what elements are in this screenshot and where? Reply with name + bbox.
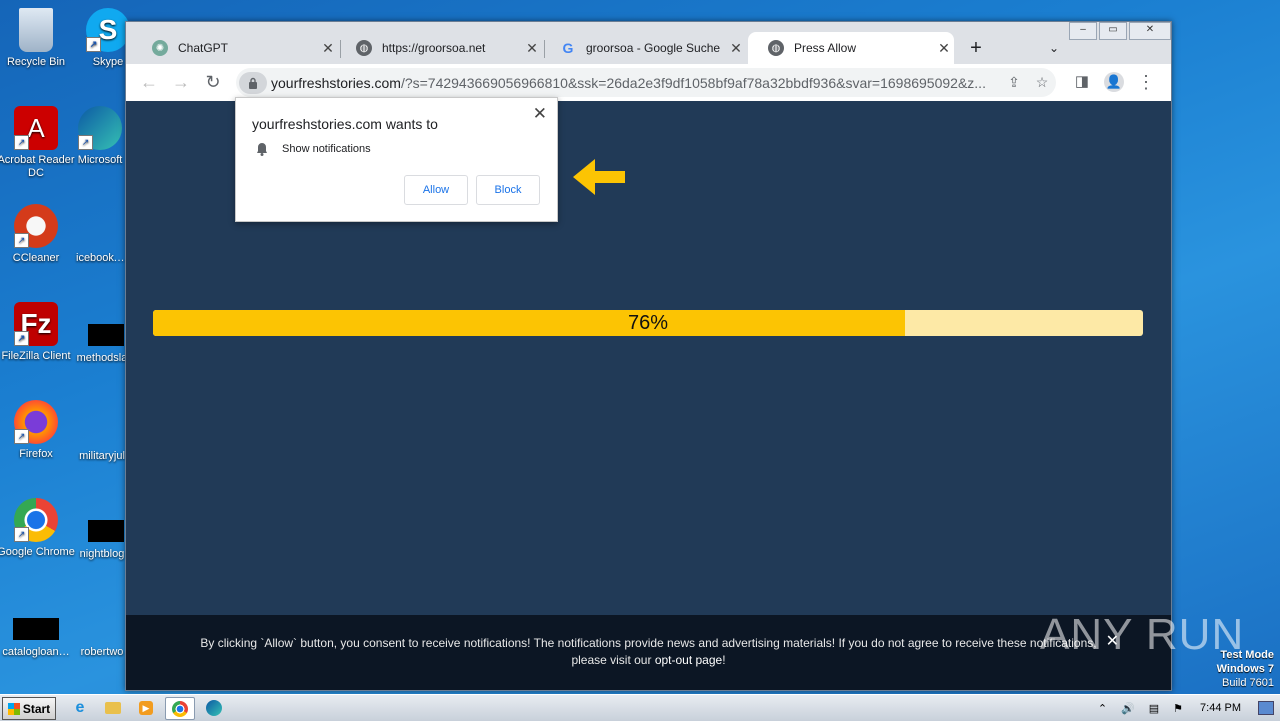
reload-button[interactable]: ↻ <box>201 70 225 94</box>
tab-groorsoa[interactable]: ◍ https://groorsoa.net ✕ <box>336 32 542 64</box>
prompt-heading: yourfreshstories.com wants to <box>252 116 438 132</box>
file-icon <box>80 204 124 248</box>
chevron-down-icon: ⌄ <box>1048 41 1060 55</box>
folder-icon <box>105 701 121 714</box>
taskbar-media-player[interactable]: ▶ <box>132 697 160 718</box>
shortcut-arrow-icon: ↗ <box>14 429 29 444</box>
taskbar-file-explorer[interactable] <box>99 697 127 718</box>
close-tab-icon[interactable]: ✕ <box>522 40 542 57</box>
redacted-thumbnail <box>88 520 124 542</box>
shortcut-arrow-icon: ↗ <box>14 331 29 346</box>
close-tab-icon[interactable]: ✕ <box>318 40 338 57</box>
forward-button[interactable]: → <box>169 70 193 94</box>
taskbar-edge[interactable] <box>200 697 228 718</box>
taskbar-chrome[interactable] <box>165 697 195 720</box>
network-icon[interactable]: ▤ <box>1149 702 1159 715</box>
globe-icon: ◍ <box>356 40 372 56</box>
consent-banner: By clicking `Allow` button, you consent … <box>126 615 1171 690</box>
edge-icon <box>206 699 222 716</box>
desktop-icon-recycle-bin[interactable]: Recycle Bin <box>0 8 76 69</box>
shortcut-arrow-icon: ↗ <box>86 37 101 52</box>
windows-logo-icon <box>7 702 20 715</box>
window-controls: – ▭ ✕ <box>1067 22 1171 40</box>
internet-explorer-icon: e <box>75 698 85 716</box>
bookmark-star-icon[interactable]: ☆ <box>1028 74 1056 91</box>
share-icon[interactable]: ⇪ <box>1000 74 1028 91</box>
progress-percent: 76% <box>627 312 669 334</box>
firefox-icon: ↗ <box>14 400 58 444</box>
address-bar[interactable]: yourfreshstories.com/?s=7429436690569668… <box>236 68 1056 97</box>
opt-out-link[interactable]: opt-out page <box>655 653 722 667</box>
chrome-icon: ↗ <box>14 498 58 542</box>
show-desktop-icon[interactable] <box>1258 701 1274 715</box>
redacted-thumbnail <box>88 324 124 346</box>
prompt-permission-row: Show notifications <box>256 142 371 156</box>
google-icon: G <box>562 40 574 56</box>
block-button[interactable]: Block <box>476 175 540 205</box>
edge-icon: ↗ <box>78 106 122 150</box>
menu-kebab-icon[interactable]: ⋮ <box>1134 70 1158 94</box>
minimize-button[interactable]: – <box>1069 22 1097 40</box>
globe-icon: ◍ <box>768 40 784 56</box>
maximize-button[interactable]: ▭ <box>1099 22 1127 40</box>
tab-press-allow[interactable]: ◍ Press Allow ✕ <box>748 32 954 64</box>
close-tab-icon[interactable]: ✕ <box>934 40 954 57</box>
test-mode-label: Test Mode Windows 7 Build 7601 <box>1216 649 1274 689</box>
system-tray: ⌃ 🔊 ▤ ⚑ 7:44 PM <box>1091 695 1280 721</box>
redacted-thumbnail <box>13 618 59 640</box>
prompt-close-icon[interactable]: ✕ <box>533 104 547 124</box>
start-button[interactable]: Start <box>2 697 56 720</box>
shortcut-arrow-icon: ↗ <box>14 527 29 542</box>
clock[interactable]: 7:44 PM <box>1200 702 1241 714</box>
back-button[interactable]: ← <box>137 70 161 94</box>
action-center-flag-icon[interactable]: ⚑ <box>1173 702 1183 715</box>
bell-icon <box>257 143 267 156</box>
side-panel-icon[interactable]: ◨ <box>1070 70 1094 94</box>
notification-permission-prompt: yourfreshstories.com wants to ✕ Show not… <box>235 97 558 222</box>
address-bar-url[interactable]: yourfreshstories.com/?s=7429436690569668… <box>271 75 1000 91</box>
acrobat-icon: A ↗ <box>14 106 58 150</box>
volume-icon[interactable]: 🔊 <box>1121 702 1135 715</box>
skype-icon: S ↗ <box>86 8 130 52</box>
taskbar: Start e ▶ ⌃ 🔊 ▤ ⚑ 7:44 PM <box>0 694 1280 721</box>
chatgpt-icon: ✺ <box>152 40 168 56</box>
anyrun-watermark: ANY RUN <box>1040 610 1245 659</box>
filezilla-icon: Fz ↗ <box>14 302 58 346</box>
close-tab-icon[interactable]: ✕ <box>726 40 746 57</box>
tab-strip: ✺ ChatGPT ✕ ◍ https://groorsoa.net ✕ G g… <box>126 22 1171 64</box>
progress-bar: 76% <box>153 310 1143 336</box>
ccleaner-icon: ↗ <box>14 204 58 248</box>
profile-avatar-icon[interactable]: 👤 <box>1102 70 1126 94</box>
media-player-icon: ▶ <box>139 700 153 715</box>
shortcut-arrow-icon: ↗ <box>78 135 93 150</box>
shortcut-arrow-icon: ↗ <box>14 135 29 150</box>
tab-search-dropdown[interactable]: ⌄ <box>1040 32 1068 64</box>
allow-button[interactable]: Allow <box>404 175 468 205</box>
arrow-left-icon <box>573 159 625 195</box>
taskbar-internet-explorer[interactable]: e <box>66 697 94 718</box>
new-tab-button[interactable]: + <box>962 32 990 64</box>
recycle-bin-icon <box>19 8 53 52</box>
tab-chatgpt[interactable]: ✺ ChatGPT ✕ <box>132 32 338 64</box>
lock-icon[interactable] <box>239 71 267 94</box>
chrome-icon <box>172 700 188 717</box>
consent-text: By clicking `Allow` button, you consent … <box>200 636 1097 667</box>
tab-google-search[interactable]: G groorsoa - Google Suche ✕ <box>540 32 746 64</box>
tray-expand-icon[interactable]: ⌃ <box>1098 702 1107 715</box>
shortcut-arrow-icon: ↗ <box>14 233 29 248</box>
close-window-button[interactable]: ✕ <box>1129 22 1171 40</box>
